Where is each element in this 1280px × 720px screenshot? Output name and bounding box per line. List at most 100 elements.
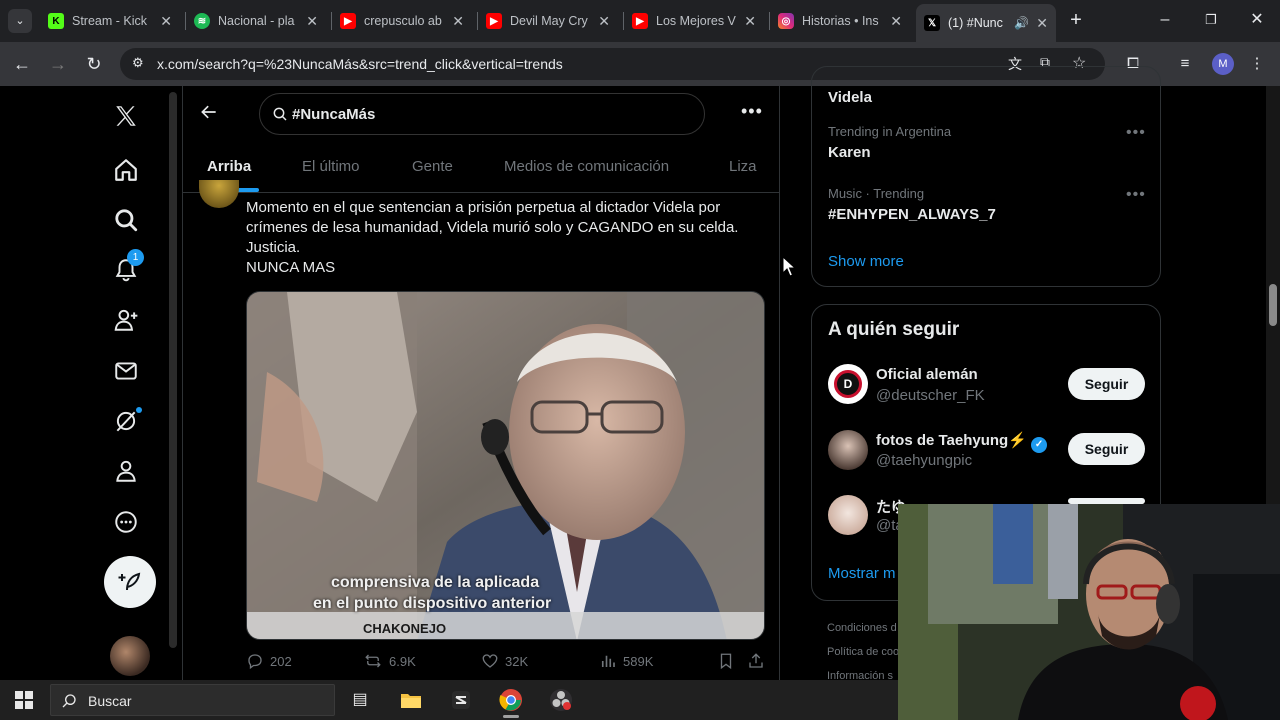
tab-arriba[interactable]: Arriba xyxy=(207,158,251,175)
cookie-policy-link[interactable]: Política de coo xyxy=(827,646,899,658)
windows-taskbar: Buscar ▤ xyxy=(0,680,898,720)
user-name[interactable]: fotos de Taehyung⚡ ✓ xyxy=(876,431,1048,453)
like-button[interactable]: 32K xyxy=(481,652,528,670)
site-settings-icon[interactable]: ⚙ xyxy=(132,55,144,71)
windows-start-icon[interactable] xyxy=(15,691,33,709)
x-logo-icon[interactable] xyxy=(110,100,142,132)
x-icon: 𝕏 xyxy=(924,15,940,31)
user-name[interactable]: Oficial alemán xyxy=(876,366,978,383)
more-options-icon[interactable] xyxy=(110,506,142,538)
follow-button[interactable]: Seguir xyxy=(1068,433,1145,465)
notification-badge: 1 xyxy=(127,249,144,266)
close-icon[interactable]: ✕ xyxy=(160,13,172,30)
task-view-icon[interactable]: ▤ xyxy=(348,688,372,712)
user-avatar[interactable] xyxy=(828,495,868,535)
back-arrow-icon[interactable] xyxy=(199,102,223,126)
trend-options-icon[interactable]: ••• xyxy=(1126,186,1146,204)
messages-envelope-icon[interactable] xyxy=(110,355,142,387)
tweet-author-avatar[interactable] xyxy=(199,180,239,208)
close-icon[interactable]: ✕ xyxy=(598,13,610,30)
views-button[interactable]: 589K xyxy=(599,652,653,670)
profile-avatar[interactable]: M xyxy=(1212,53,1234,75)
trend-context: Music · Trending xyxy=(828,186,925,201)
webcam-overlay xyxy=(898,504,1280,720)
share-button[interactable] xyxy=(747,652,771,670)
trend-options-icon[interactable]: ••• xyxy=(1126,124,1146,142)
tweet-video[interactable]: comprensiva de la aplicada en el punto d… xyxy=(246,291,765,640)
tab-search-button[interactable]: ⌄ xyxy=(8,9,32,33)
explore-search-icon[interactable] xyxy=(110,204,142,236)
bookmark-button[interactable] xyxy=(717,652,741,670)
repost-icon xyxy=(365,654,381,668)
close-icon[interactable]: ✕ xyxy=(744,13,756,30)
heart-icon xyxy=(482,654,498,668)
close-icon[interactable]: ✕ xyxy=(452,13,464,30)
account-avatar[interactable] xyxy=(110,636,150,676)
browser-tab-youtube-2[interactable]: ▶ Devil May Cry ✕ xyxy=(478,6,618,36)
follow-button[interactable]: Seguir xyxy=(1068,368,1145,400)
forward-button[interactable]: → xyxy=(45,52,71,76)
feather-plus-icon xyxy=(118,572,141,591)
trend-partial-name[interactable]: Videla xyxy=(828,89,872,106)
trend-name[interactable]: #ENHYPEN_ALWAYS_7 xyxy=(828,206,996,223)
media-controls-icon[interactable]: ≡ xyxy=(1175,54,1195,74)
browser-tab-bar: ⌄ K Stream - Kick ✕ ≋ Nacional - pla ✕ ▶… xyxy=(0,0,1280,42)
search-icon xyxy=(273,107,287,121)
restore-button[interactable]: ❐ xyxy=(1196,8,1226,32)
browser-tab-instagram[interactable]: ◎ Historias • Ins ✕ xyxy=(770,6,910,36)
browser-tab-x-active[interactable]: 𝕏 (1) #Nunc 🔊 ✕ xyxy=(916,4,1056,42)
tab-el-ultimo[interactable]: El último xyxy=(302,158,360,175)
speaker-icon[interactable]: 🔊 xyxy=(1014,16,1029,30)
new-tab-button[interactable]: + xyxy=(1064,8,1088,32)
browser-tab-youtube-1[interactable]: ▶ crepusculo ab ✕ xyxy=(332,6,472,36)
tab-gente[interactable]: Gente xyxy=(412,158,453,175)
grok-icon[interactable] xyxy=(110,405,142,437)
show-more-users-link[interactable]: Mostrar m xyxy=(828,565,896,582)
app-icon[interactable] xyxy=(449,688,473,712)
who-to-follow-title: A quién seguir xyxy=(828,319,960,340)
kick-icon: K xyxy=(48,13,64,29)
profile-person-icon[interactable] xyxy=(110,455,142,487)
follow-people-icon[interactable] xyxy=(110,304,142,336)
repost-button[interactable]: 6.9K xyxy=(363,652,416,670)
browser-tab-kick[interactable]: K Stream - Kick ✕ xyxy=(40,6,180,36)
chrome-menu-icon[interactable]: ⋮ xyxy=(1247,54,1267,74)
back-button[interactable]: ← xyxy=(9,52,35,76)
trend-context: Trending in Argentina xyxy=(828,124,952,139)
search-options-icon[interactable]: ••• xyxy=(741,101,763,122)
user-avatar[interactable] xyxy=(828,430,868,470)
verified-badge-icon: ✓ xyxy=(1031,437,1048,453)
tab-medios[interactable]: Medios de comunicación xyxy=(504,158,669,175)
show-more-trends-link[interactable]: Show more xyxy=(828,253,904,270)
scrollbar-thumb[interactable] xyxy=(1269,284,1277,326)
file-explorer-icon[interactable] xyxy=(399,688,423,712)
close-icon[interactable]: ✕ xyxy=(890,13,902,30)
user-handle: @taehyungpic xyxy=(876,452,973,469)
user-avatar[interactable]: D xyxy=(828,364,868,404)
search-input[interactable]: #NuncaMás xyxy=(259,93,705,135)
feed-scrollbar[interactable] xyxy=(169,92,177,648)
close-window-button[interactable]: ✕ xyxy=(1242,8,1272,32)
notifications-bell-icon[interactable]: 1 xyxy=(110,249,144,286)
instagram-icon: ◎ xyxy=(778,13,794,29)
compose-post-button[interactable] xyxy=(104,556,156,608)
reply-button[interactable]: 202 xyxy=(246,652,292,670)
youtube-icon: ▶ xyxy=(486,13,502,29)
trend-name[interactable]: Karen xyxy=(828,144,871,161)
minimize-button[interactable]: – xyxy=(1150,8,1180,32)
close-icon[interactable]: ✕ xyxy=(306,13,318,30)
browser-tab-spotify[interactable]: ≋ Nacional - pla ✕ xyxy=(186,6,326,36)
tabs-divider xyxy=(183,192,779,193)
home-icon[interactable] xyxy=(110,154,142,186)
terms-link[interactable]: Condiciones d xyxy=(827,622,897,634)
video-caption-line-1: comprensiva de la aplicada xyxy=(331,574,540,591)
chrome-icon[interactable] xyxy=(499,688,523,718)
taskbar-search-input[interactable]: Buscar xyxy=(50,684,335,716)
tab-liza[interactable]: Liza xyxy=(729,158,757,175)
obs-icon[interactable] xyxy=(549,688,573,712)
close-icon[interactable]: ✕ xyxy=(1036,15,1048,32)
reload-button[interactable]: ↻ xyxy=(81,52,107,76)
browser-tab-youtube-3[interactable]: ▶ Los Mejores V ✕ xyxy=(624,6,764,36)
new-dot-indicator xyxy=(136,407,142,413)
reply-icon xyxy=(248,654,262,670)
